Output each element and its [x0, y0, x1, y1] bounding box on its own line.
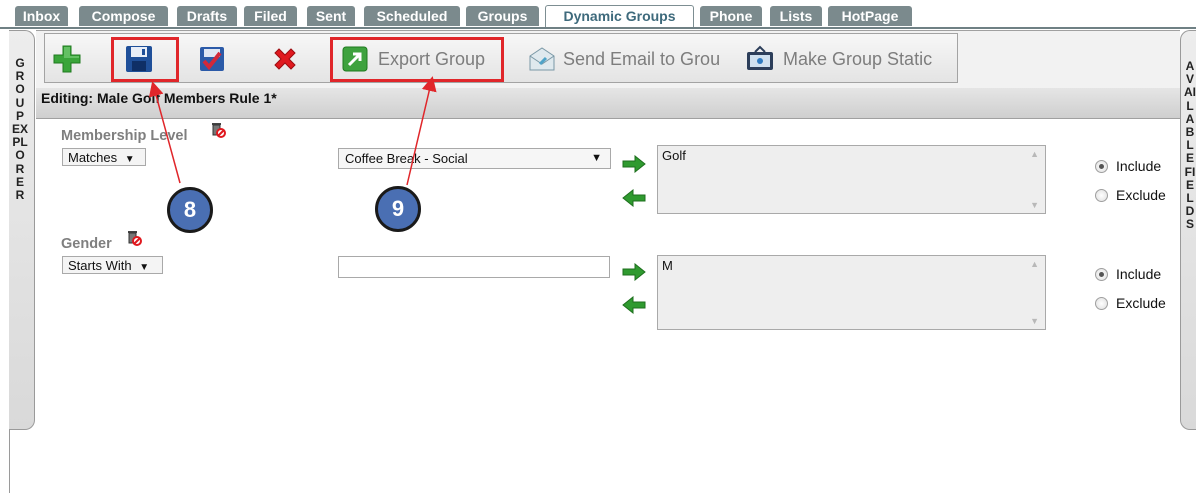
annotation-arrows: [148, 76, 437, 186]
callout-badge-8: 8: [167, 187, 213, 233]
callout-badge-9: 9: [375, 186, 421, 232]
